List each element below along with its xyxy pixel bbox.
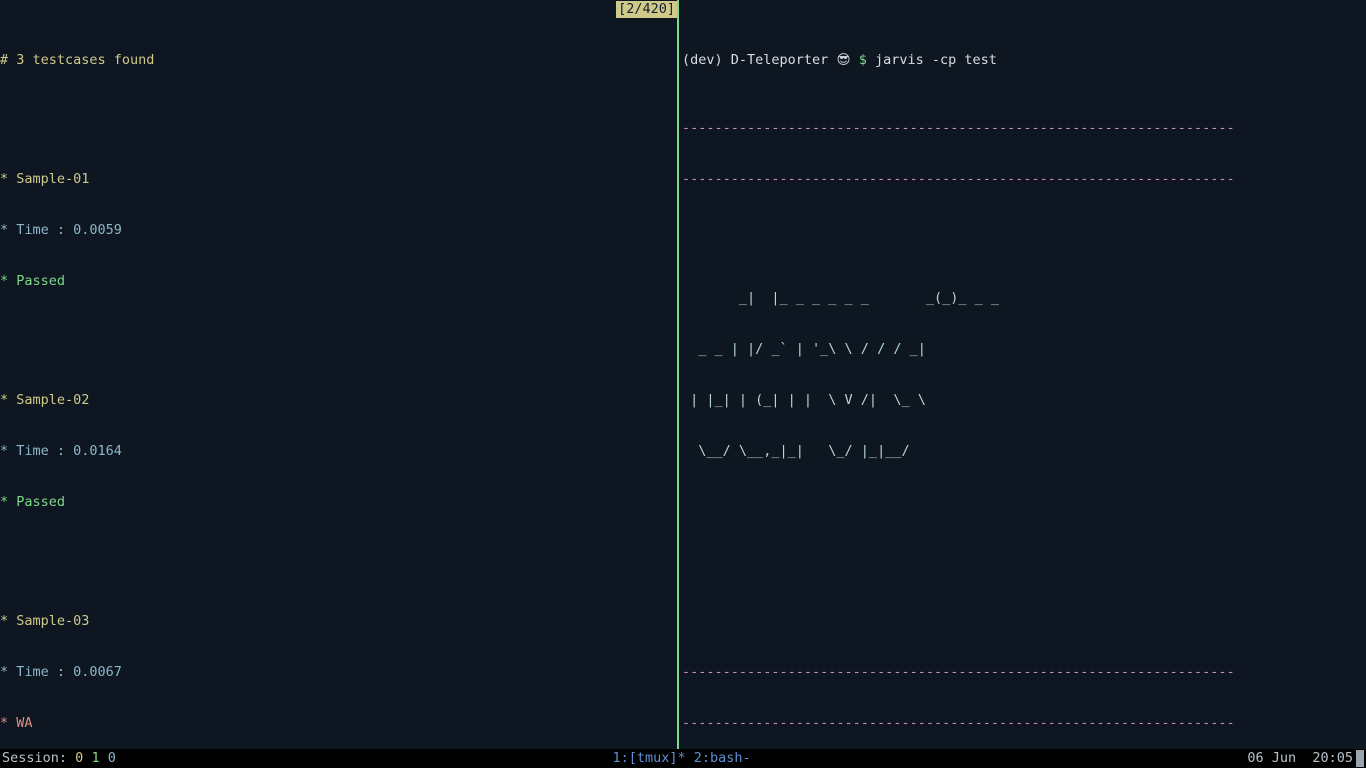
prompt-symbol: $ bbox=[858, 52, 867, 68]
left-sample-verdict: * Passed bbox=[0, 494, 66, 510]
right-separator: ----------------------------------------… bbox=[682, 120, 1235, 136]
tmux-status-bar: Session: 0 1 0 1:[tmux]* 2:bash- 06 Jun … bbox=[0, 749, 1366, 768]
session-index-b[interactable]: 1 bbox=[91, 750, 99, 766]
ascii-art-line: | |_| | (_| | | \ V /| \_ \ bbox=[682, 392, 926, 408]
status-date: 06 Jun bbox=[1247, 750, 1297, 766]
left-testcases-header: # 3 testcases found bbox=[0, 52, 155, 68]
left-sample-verdict: * Passed bbox=[0, 273, 66, 289]
status-session-group: Session: 0 1 0 bbox=[0, 749, 116, 768]
status-window-list: 1:[tmux]* 2:bash- bbox=[116, 749, 1247, 768]
left-sample-time: * Time : 0.0164 bbox=[0, 443, 122, 459]
terminal-window: # 3 testcases found * Sample-01 * Time :… bbox=[0, 0, 1366, 749]
left-sample-time: * Time : 0.0067 bbox=[0, 664, 122, 680]
prompt-env: (dev) bbox=[682, 52, 723, 68]
right-separator: ----------------------------------------… bbox=[682, 664, 1235, 680]
right-separator: ----------------------------------------… bbox=[682, 171, 1235, 187]
left-sample-verdict-wa: * WA bbox=[0, 715, 33, 731]
tmux-pane-right[interactable]: (dev) D-Teleporter 😎 $ jarvis -cp test -… bbox=[679, 0, 1366, 749]
command-text: jarvis -cp test bbox=[874, 52, 997, 68]
scroll-position-badge: [2/420] bbox=[616, 1, 677, 18]
sunglasses-emoji-icon: 😎 bbox=[836, 52, 851, 68]
ascii-art-line: _| |_ _ _ _ _ _ _(_)_ _ _ bbox=[682, 290, 999, 306]
window-tab-1[interactable]: 1:[tmux]* bbox=[612, 750, 685, 766]
prompt-host: D-Teleporter bbox=[730, 52, 829, 68]
window-tab-2[interactable]: 2:bash- bbox=[694, 750, 751, 766]
status-clock-group: 06 Jun 20:05 bbox=[1247, 749, 1366, 768]
session-index-c[interactable]: 0 bbox=[108, 750, 116, 766]
session-label: Session: bbox=[2, 750, 68, 766]
tmux-pane-left[interactable]: # 3 testcases found * Sample-01 * Time :… bbox=[0, 0, 677, 749]
left-sample-name: * Sample-03 bbox=[0, 613, 90, 629]
ascii-art-line: _ _ | |/ _` | '_\ \ / / / _| bbox=[682, 341, 926, 357]
left-sample-name: * Sample-02 bbox=[0, 392, 90, 408]
right-separator: ----------------------------------------… bbox=[682, 715, 1235, 731]
left-sample-time: * Time : 0.0059 bbox=[0, 222, 122, 238]
ascii-art-line: \__/ \__,_|_| \_/ |_|__/ bbox=[682, 443, 910, 459]
status-time: 20:05 bbox=[1312, 750, 1353, 766]
status-cursor-block[interactable] bbox=[1356, 750, 1364, 767]
left-sample-name: * Sample-01 bbox=[0, 171, 90, 187]
right-prompt-command-line: (dev) D-Teleporter 😎 $ jarvis -cp test bbox=[682, 52, 1366, 69]
